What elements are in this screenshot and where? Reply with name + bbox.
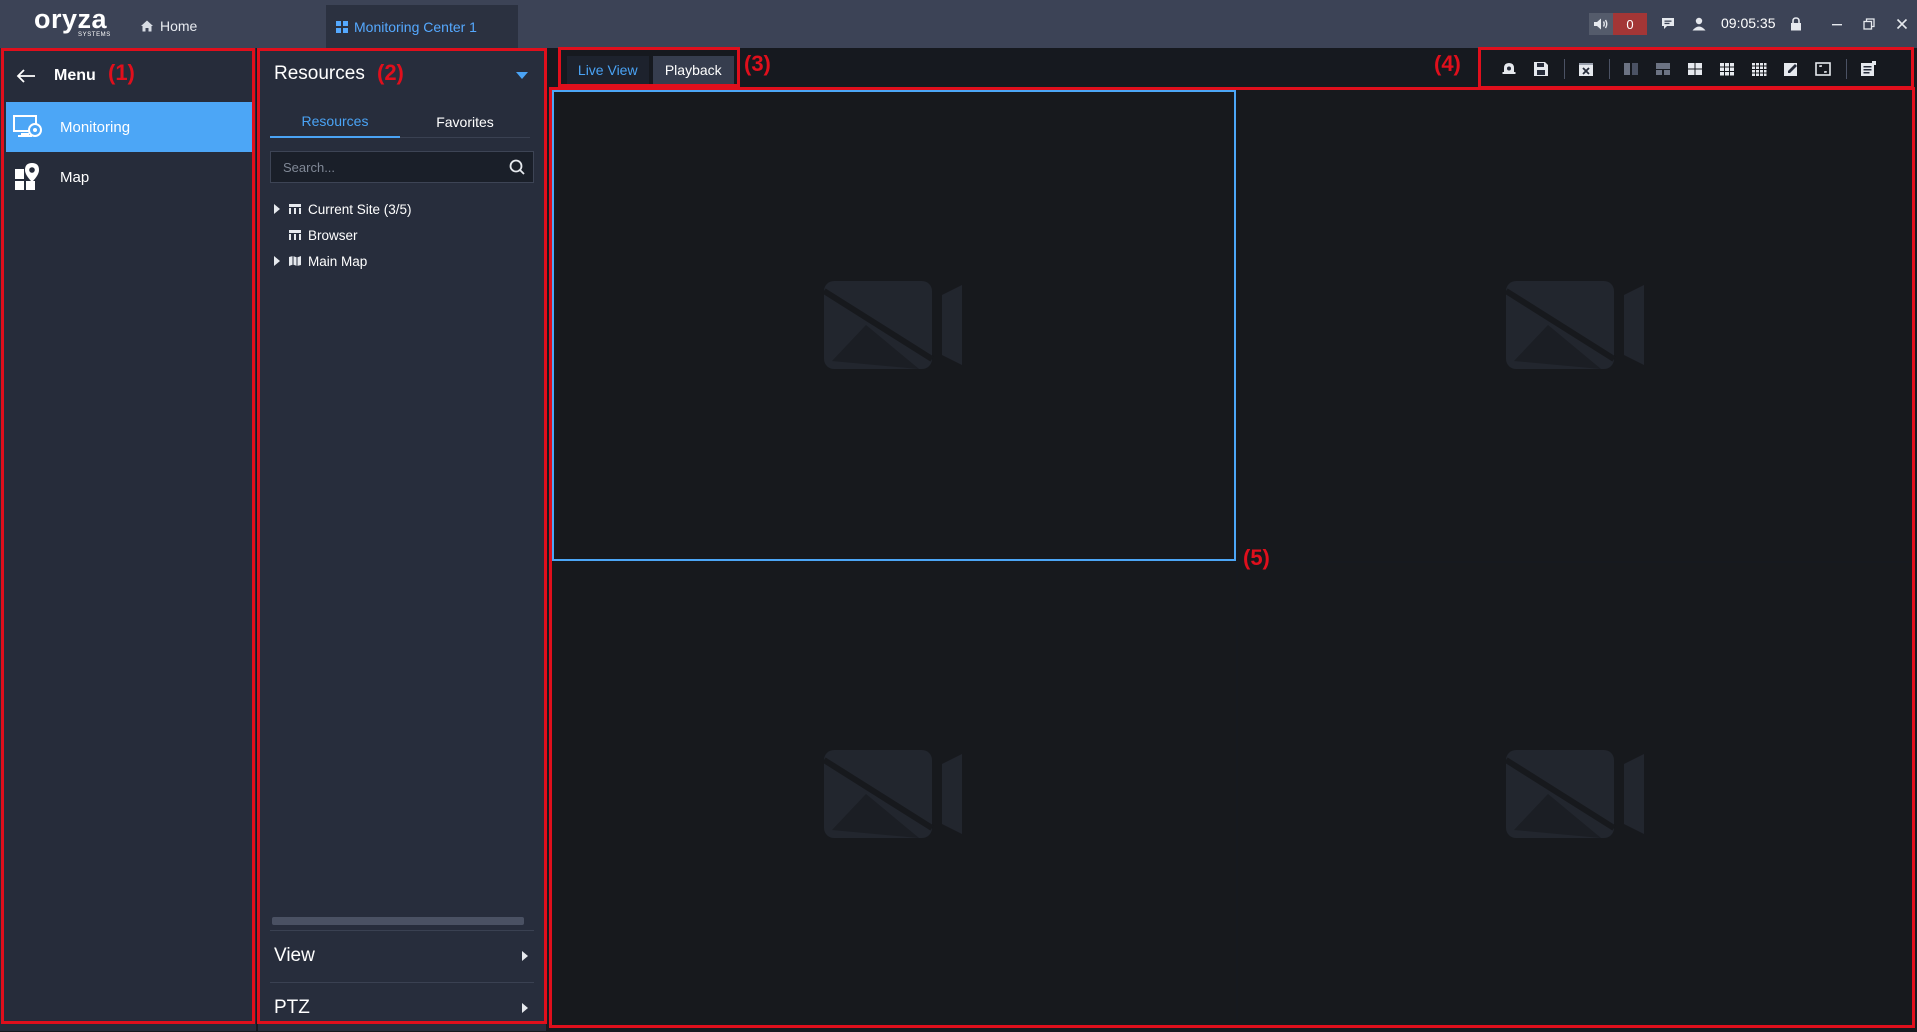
- layout-4x4-icon[interactable]: [1744, 54, 1774, 84]
- task-list-icon[interactable]: [1853, 54, 1883, 84]
- menu-item-map-label: Map: [60, 168, 90, 186]
- close-all-icon[interactable]: [1571, 54, 1601, 84]
- chevron-right-icon: [522, 1002, 528, 1013]
- layout-1x2-icon[interactable]: [1616, 54, 1646, 84]
- menu-item-map[interactable]: Map: [6, 152, 252, 202]
- annotation-label-4: (4): [1434, 51, 1461, 76]
- tree-node-current-site[interactable]: Current Site (3/5): [272, 198, 412, 220]
- lock-icon[interactable]: [1786, 14, 1806, 34]
- section-ptz[interactable]: PTZ: [270, 982, 534, 1032]
- annotation-label-1: (1): [108, 60, 135, 85]
- chevron-right-icon: [522, 950, 528, 961]
- collapse-caret-icon[interactable]: [515, 70, 529, 80]
- search-input[interactable]: [271, 152, 503, 182]
- tree-node-label: Main Map: [308, 253, 368, 269]
- toolbar-divider: [1846, 59, 1847, 79]
- annotation-label-2: (2): [377, 60, 404, 85]
- video-pane-2[interactable]: [1238, 90, 1914, 561]
- app-logo: oryza SYSTEMS: [34, 4, 116, 40]
- view-mode-tabs: Live View Playback: [564, 52, 737, 86]
- speaker-icon: [1589, 13, 1613, 35]
- back-arrow-icon[interactable]: [16, 68, 36, 84]
- clock: 09:05:35: [1721, 15, 1776, 31]
- video-camera-icon: [824, 280, 962, 369]
- section-view[interactable]: View: [270, 930, 534, 980]
- site-icon: [289, 204, 301, 214]
- resources-title: Resources: [274, 63, 365, 84]
- tree-node-label: Browser: [308, 227, 358, 243]
- resources-panel: Resources Resources Favorites Current Si…: [258, 48, 546, 1031]
- video-pane-1[interactable]: [552, 90, 1236, 561]
- horizontal-scrollbar[interactable]: [272, 917, 524, 925]
- menu-panel: Menu Monitoring Map: [0, 48, 256, 1031]
- expand-caret-icon[interactable]: [272, 256, 282, 266]
- close-icon[interactable]: [1892, 14, 1912, 34]
- layout-custom-icon[interactable]: [1648, 54, 1678, 84]
- video-pane-4[interactable]: [1238, 563, 1914, 1026]
- brand-subtitle: SYSTEMS: [78, 32, 111, 38]
- tab-playback[interactable]: Playback: [652, 56, 734, 84]
- home-icon: [141, 20, 153, 32]
- toolbar-divider: [1564, 59, 1565, 79]
- expand-caret-icon[interactable]: [272, 204, 282, 214]
- menu-item-monitoring-label: Monitoring: [60, 118, 131, 136]
- tab-live-view[interactable]: Live View: [567, 56, 649, 84]
- annotation-label-5: (5): [1243, 545, 1270, 570]
- video-camera-icon: [1506, 749, 1644, 838]
- menu-header: Menu: [16, 61, 96, 91]
- save-icon[interactable]: [1526, 54, 1556, 84]
- video-toolbar: [1482, 52, 1912, 86]
- site-icon: [289, 230, 301, 240]
- menu-title: Menu: [54, 67, 96, 84]
- title-bar: oryza SYSTEMS Home Monitoring Center 1 0…: [0, 0, 1917, 48]
- map-icon: [289, 256, 301, 266]
- toolbar-divider: [1609, 59, 1610, 79]
- tree-node-label: Current Site (3/5): [308, 201, 412, 217]
- tab-resources[interactable]: Resources: [270, 106, 400, 138]
- menu-item-monitoring[interactable]: Monitoring: [6, 102, 252, 152]
- alarm-count: 0: [1613, 13, 1647, 35]
- video-camera-icon: [824, 749, 962, 838]
- monitoring-icon: [13, 115, 42, 137]
- tree-node-main-map[interactable]: Main Map: [272, 250, 367, 272]
- alarm-sound-indicator[interactable]: 0: [1589, 13, 1647, 35]
- tab-favorites[interactable]: Favorites: [400, 106, 530, 138]
- minimize-icon[interactable]: [1827, 14, 1847, 34]
- search-box: [270, 151, 534, 183]
- home-tab[interactable]: Home: [140, 14, 197, 38]
- section-view-label: View: [274, 944, 315, 966]
- alarm-icon[interactable]: [1494, 54, 1524, 84]
- message-icon[interactable]: [1658, 14, 1678, 34]
- tab-monitoring-center-label: Monitoring Center 1: [354, 18, 477, 35]
- video-grid: [552, 90, 1914, 1026]
- fullscreen-icon[interactable]: [1808, 54, 1838, 84]
- grid-icon: [336, 20, 348, 33]
- layout-2x2-icon[interactable]: [1680, 54, 1710, 84]
- home-tab-label: Home: [160, 18, 198, 34]
- layout-3x3-icon[interactable]: [1712, 54, 1742, 84]
- video-camera-icon: [1506, 280, 1644, 369]
- map-pin-icon: [15, 163, 39, 190]
- tab-monitoring-center[interactable]: Monitoring Center 1: [326, 5, 518, 48]
- section-ptz-label: PTZ: [274, 996, 310, 1018]
- video-pane-3[interactable]: [552, 563, 1236, 1026]
- brand-name: oryza: [34, 4, 108, 34]
- restore-icon[interactable]: [1859, 14, 1879, 34]
- search-icon[interactable]: [503, 158, 533, 176]
- edit-layout-icon[interactable]: [1776, 54, 1806, 84]
- user-icon[interactable]: [1689, 14, 1709, 34]
- tree-node-browser[interactable]: Browser: [272, 224, 358, 246]
- annotation-label-3: (3): [744, 51, 771, 76]
